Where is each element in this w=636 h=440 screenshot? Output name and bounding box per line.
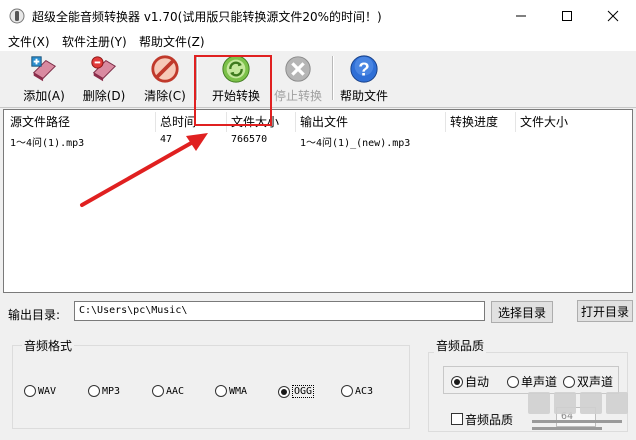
column-divider <box>445 112 446 132</box>
clear-icon <box>151 55 179 83</box>
column-header-out-size[interactable]: 文件大小 <box>520 113 568 130</box>
radio-circle-selected <box>451 375 463 388</box>
toolbar-separator <box>332 56 334 100</box>
quality-group-title: 音频品质 <box>434 337 487 354</box>
radio-label: WAV <box>38 385 57 397</box>
row-output[interactable]: 1～4问(1)_(new).mp3 <box>300 134 410 149</box>
radio-circle <box>215 385 227 397</box>
format-radio-wav[interactable]: WAV <box>24 385 56 397</box>
format-radio-wma[interactable]: WMA <box>215 385 247 397</box>
row-source[interactable]: 1～4问(1).mp3 <box>10 134 84 149</box>
channel-radio-auto[interactable]: 自动 <box>451 373 489 390</box>
menu-register[interactable]: 软件注册(Y) <box>62 33 127 50</box>
radio-label: AAC <box>166 385 185 397</box>
stop-icon <box>285 56 311 82</box>
open-dir-button[interactable]: 打开目录 <box>577 300 633 322</box>
radio-circle <box>24 385 36 397</box>
format-radio-ogg[interactable]: OGG <box>278 385 315 398</box>
radio-label: WMA <box>229 385 248 397</box>
maximize-icon <box>562 10 572 21</box>
column-header-source[interactable]: 源文件路径 <box>10 113 70 130</box>
column-header-output[interactable]: 输出文件 <box>300 113 348 130</box>
output-dir-input[interactable]: C:\Users\pc\Music\ <box>74 301 485 321</box>
add-file-icon <box>31 56 57 82</box>
delete-button[interactable]: 删除(D) <box>80 54 128 104</box>
format-radio-ac3[interactable]: AC3 <box>341 385 373 397</box>
radio-label: 自动 <box>465 375 490 389</box>
help-icon: ? <box>350 55 378 83</box>
help-button[interactable]: ? 帮助文件 <box>336 54 392 104</box>
help-label: 帮助文件 <box>339 89 388 103</box>
window-title: 超级全能音频转换器 v1.70(试用版只能转换源文件20%的时间！) <box>32 10 382 24</box>
quality-checkbox[interactable] <box>451 413 463 425</box>
close-icon <box>607 10 619 21</box>
column-divider <box>295 112 296 132</box>
menu-file[interactable]: 文件(X) <box>8 33 50 50</box>
stop-convert-button[interactable]: 停止转换 <box>270 54 326 104</box>
format-group-title: 音频格式 <box>22 337 75 354</box>
app-icon <box>9 8 25 24</box>
column-divider <box>515 112 516 132</box>
column-divider <box>155 112 156 132</box>
minimize-button[interactable] <box>498 0 544 31</box>
radio-label: OGG <box>292 385 315 398</box>
maximize-button[interactable] <box>544 0 590 31</box>
highlight-annotation-box <box>194 55 272 126</box>
clear-label: 清除(C) <box>144 89 186 103</box>
minimize-icon <box>516 15 526 16</box>
radio-circle <box>341 385 353 397</box>
add-label: 添加(A) <box>23 89 65 103</box>
delete-file-icon <box>91 56 117 82</box>
format-radio-mp3[interactable]: MP3 <box>88 385 120 397</box>
radio-circle <box>152 385 164 397</box>
site-watermark-logo <box>528 392 628 430</box>
menu-help[interactable]: 帮助文件(Z) <box>139 33 205 50</box>
output-dir-label: 输出目录: <box>8 308 61 322</box>
radio-circle-selected <box>278 385 290 398</box>
format-radio-aac[interactable]: AAC <box>152 385 184 397</box>
quality-checkbox-label: 音频品质 <box>465 413 514 427</box>
radio-circle <box>88 385 100 397</box>
radio-label: MP3 <box>102 385 121 397</box>
stop-convert-label: 停止转换 <box>273 89 322 103</box>
add-button[interactable]: 添加(A) <box>20 54 68 104</box>
row-duration[interactable]: 47 <box>160 134 172 145</box>
svg-text:?: ? <box>358 59 369 80</box>
column-header-progress[interactable]: 转换进度 <box>450 113 498 130</box>
column-header-duration[interactable]: 总时间 <box>160 113 196 130</box>
close-button[interactable] <box>590 0 636 31</box>
radio-label: AC3 <box>355 385 374 397</box>
row-size[interactable]: 766570 <box>231 134 267 145</box>
clear-button[interactable]: 清除(C) <box>141 54 189 104</box>
choose-dir-button[interactable]: 选择目录 <box>491 301 553 323</box>
delete-label: 删除(D) <box>82 89 126 103</box>
